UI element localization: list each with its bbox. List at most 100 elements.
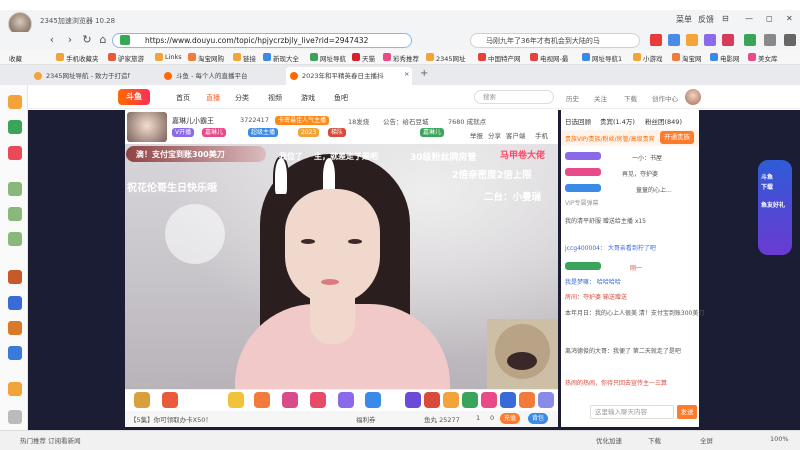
tab-2345[interactable]: 2345网址导航 - 致力于打造f — [30, 67, 170, 85]
bookmark-item[interactable]: 天猫 — [362, 53, 375, 63]
fullscreen-button[interactable]: 全屏 — [700, 435, 713, 445]
new-tab-icon[interactable]: + — [420, 68, 428, 79]
search-input[interactable]: 马刚九年了36年才有机会到大陆的马 — [486, 36, 600, 46]
extension-icon[interactable] — [686, 34, 698, 46]
extension-icon[interactable] — [704, 34, 716, 46]
tab-douyu-home[interactable]: 斗鱼 - 每个人的直播平台 — [160, 67, 282, 85]
bookmark-item[interactable]: 美女库 — [758, 53, 778, 63]
bookmark-item[interactable]: 电视网-最 — [540, 53, 568, 63]
share-link[interactable]: 分享 — [488, 130, 501, 140]
streamer-name[interactable]: 嘉琳儿小霸王 — [172, 116, 214, 126]
send-button[interactable]: 发送 — [677, 405, 697, 419]
backpack-button[interactable]: 背包 — [528, 413, 549, 424]
more-icon[interactable] — [784, 34, 796, 46]
clock-icon[interactable] — [8, 120, 22, 134]
gift-icon[interactable] — [519, 392, 535, 408]
favorites-icon[interactable] — [8, 95, 22, 109]
tab-fans[interactable]: 粉丝团(849) — [645, 116, 682, 126]
gift-icon[interactable] — [481, 392, 497, 408]
download-button[interactable]: 下载 — [648, 435, 661, 445]
history-link[interactable]: 历史 — [566, 93, 579, 103]
gift-icon[interactable] — [462, 392, 478, 408]
account-avatar[interactable] — [685, 89, 701, 105]
status-left[interactable]: 热门推荐 订阅看新闻 — [20, 435, 81, 445]
calendar-icon[interactable] — [8, 146, 22, 160]
home-icon[interactable]: ⌂ — [96, 33, 110, 47]
mobile-link[interactable]: 手机 — [535, 130, 548, 140]
streamer-avatar[interactable] — [127, 112, 167, 142]
gift-icon[interactable] — [538, 392, 554, 408]
gift-icon[interactable] — [500, 392, 516, 408]
game-icon[interactable] — [8, 270, 22, 284]
menu-button[interactable]: 菜单 — [676, 14, 692, 25]
site-search-input[interactable]: 搜索 — [474, 90, 554, 104]
tab-douyu-topic[interactable]: 2023年和平精英春日主播抖 — [286, 67, 412, 85]
bookmark-item[interactable]: 驴家旅游 — [118, 53, 144, 63]
nav-home[interactable]: 首页 — [176, 93, 190, 103]
more-icon[interactable] — [8, 410, 22, 424]
douyu-logo[interactable]: 斗鱼 — [118, 89, 150, 105]
fans-group-badge[interactable]: 嘉琳儿 — [420, 128, 445, 137]
gift-icon[interactable] — [443, 392, 459, 408]
gift-icon[interactable] — [310, 392, 326, 408]
game-icon[interactable] — [8, 321, 22, 335]
forward-icon[interactable]: › — [63, 33, 77, 47]
nav-yuba[interactable]: 鱼吧 — [334, 93, 348, 103]
gift-icon[interactable] — [228, 392, 244, 408]
url-text[interactable]: https://www.douyu.com/topic/hpjycrzbjly_… — [145, 36, 368, 45]
gift-icon[interactable] — [162, 392, 178, 408]
gift-icon[interactable] — [254, 392, 270, 408]
restore-icon[interactable]: ⊟ — [722, 14, 729, 23]
nav-category[interactable]: 分类 — [235, 93, 249, 103]
bookmark-item[interactable]: 网址导航1 — [592, 53, 622, 63]
minimize-button[interactable]: — — [745, 14, 753, 23]
app-icon[interactable] — [8, 207, 22, 221]
app-icon[interactable] — [8, 346, 22, 360]
chat-input[interactable]: 这里输入聊天内容 — [590, 405, 674, 419]
app-icon[interactable] — [8, 182, 22, 196]
bookmark-item[interactable]: 淘宝网购 — [198, 53, 224, 63]
gift-icon[interactable] — [282, 392, 298, 408]
gift-icon[interactable] — [338, 392, 354, 408]
bookmark-item[interactable]: Links — [165, 53, 182, 61]
bookmark-item[interactable]: 新现大全 — [273, 53, 299, 63]
tab-daily-review[interactable]: 日选回顾 — [565, 116, 591, 126]
nav-games[interactable]: 游戏 — [301, 93, 315, 103]
rank-badge[interactable]: 卡密最佳人气主播 — [275, 116, 330, 125]
client-link[interactable]: 客户端 — [506, 130, 526, 140]
creator-link[interactable]: 创作中心 — [652, 93, 678, 103]
app-icon[interactable] — [8, 296, 22, 310]
bookmark-item[interactable]: 彩秀推荐 — [393, 53, 419, 63]
nav-video[interactable]: 视频 — [268, 93, 282, 103]
bookmark-item[interactable]: 电影网 — [720, 53, 740, 63]
app-icon[interactable] — [8, 382, 22, 396]
bookmark-item[interactable]: 收藏 — [9, 53, 22, 63]
maximize-button[interactable]: ◻ — [766, 14, 773, 23]
bookmark-item[interactable]: 手机收藏夹 — [66, 53, 99, 63]
zoom-level[interactable]: 100% — [770, 435, 789, 443]
tools-icon[interactable] — [764, 34, 776, 46]
recharge-button[interactable]: 充值 — [500, 413, 521, 424]
bookmark-item[interactable]: 淘宝网 — [682, 53, 702, 63]
follow-link[interactable]: 关注 — [594, 93, 607, 103]
bookmark-item[interactable]: 链接 — [243, 53, 256, 63]
close-button[interactable]: ✕ — [786, 14, 793, 23]
extension-icon[interactable] — [668, 34, 680, 46]
download-link[interactable]: 下载 — [624, 93, 637, 103]
gift-icon[interactable] — [365, 392, 381, 408]
report-link[interactable]: 举报 — [470, 130, 483, 140]
tab-vip[interactable]: 贵宾(1.4万) — [600, 116, 635, 126]
nav-live[interactable]: 直播 — [206, 93, 220, 103]
gift-icon[interactable] — [134, 392, 150, 408]
bookmark-item[interactable]: 小游戏 — [643, 53, 663, 63]
optimize-button[interactable]: 优化加速 — [596, 435, 622, 445]
feedback-button[interactable]: 反馈 — [698, 14, 714, 25]
bookmark-item[interactable]: 2345网址 — [436, 53, 466, 63]
extension-icon[interactable] — [744, 34, 756, 46]
gift-icon[interactable] — [424, 392, 440, 408]
coupon-link[interactable]: 福利券 — [356, 414, 376, 424]
app-icon[interactable] — [8, 232, 22, 246]
open-vip-button[interactable]: 开通贵族 — [660, 131, 694, 144]
extension-icon[interactable] — [650, 34, 662, 46]
bookmark-item[interactable]: 中国特产网 — [488, 53, 521, 63]
